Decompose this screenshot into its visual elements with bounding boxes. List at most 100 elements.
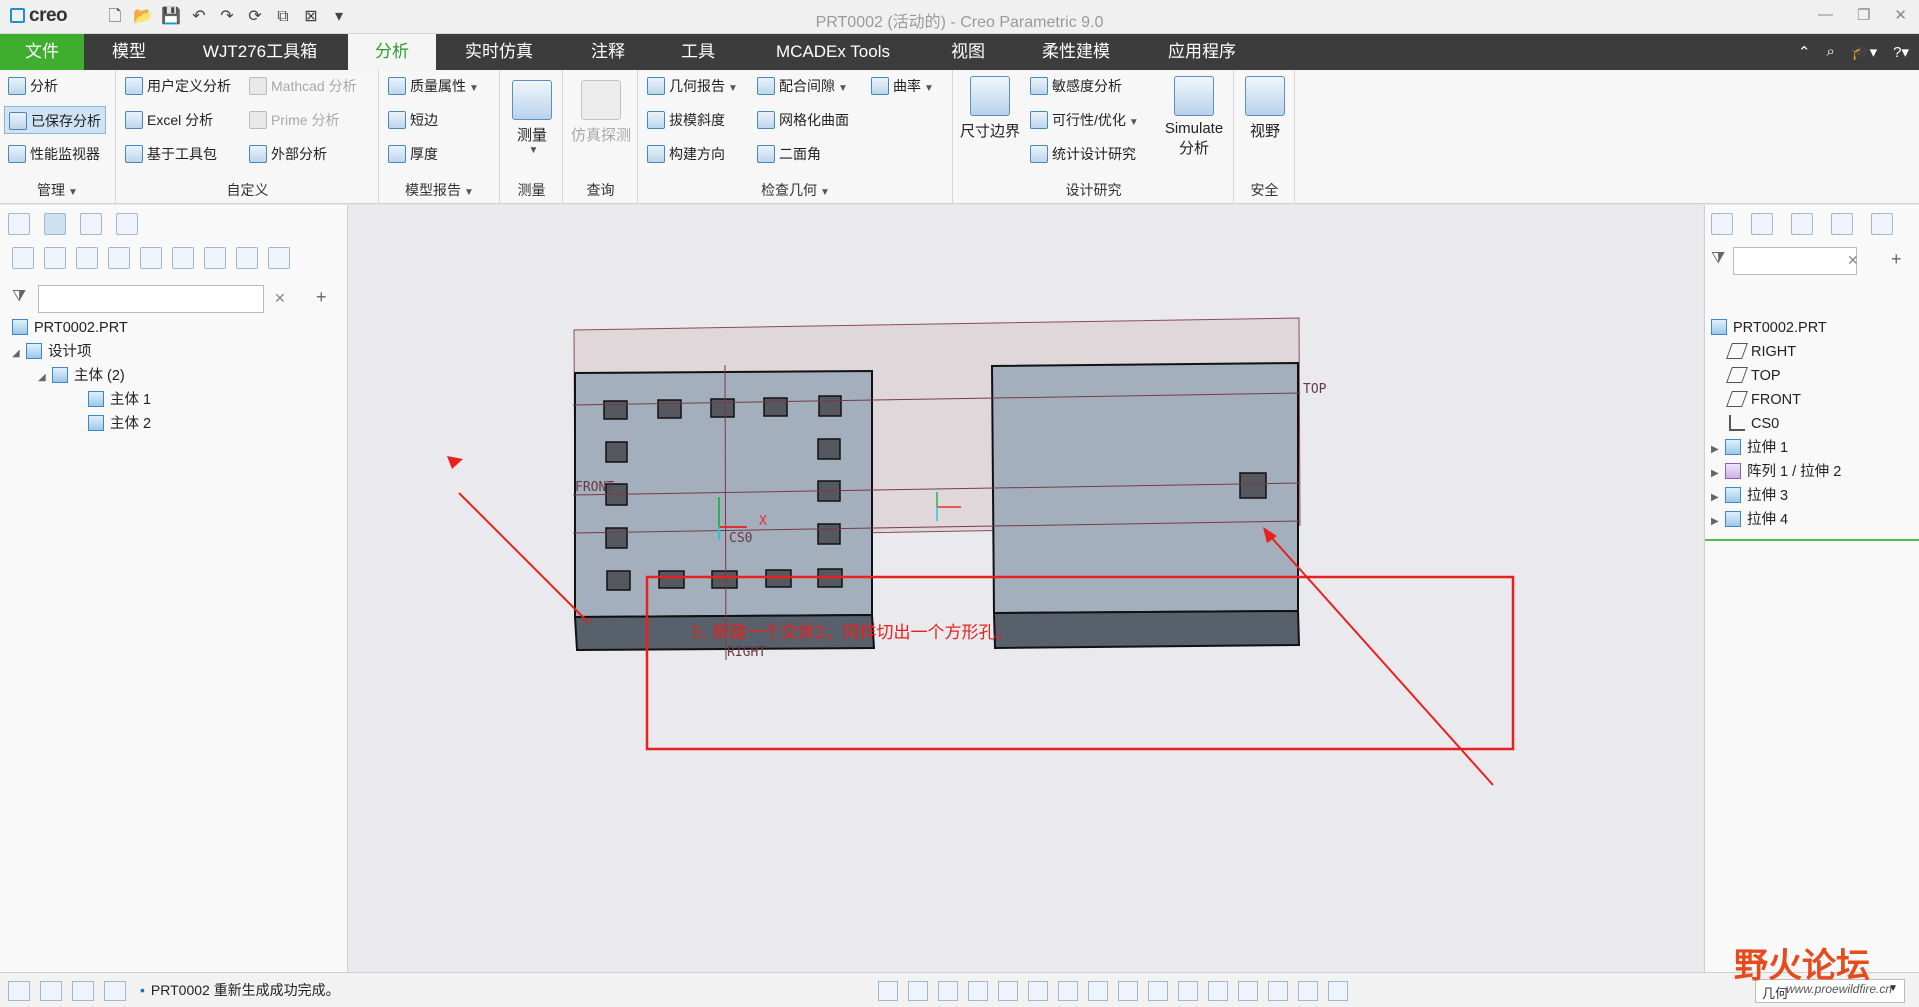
feature-item-cs0[interactable]: CS0 xyxy=(1729,413,1779,435)
square-hole[interactable] xyxy=(605,527,628,549)
tree-item-part[interactable]: PRT0002.PRT xyxy=(12,317,128,339)
refit-icon[interactable] xyxy=(878,981,898,1001)
geometry-report-button[interactable]: 几何报告 ▼ xyxy=(647,72,738,100)
curvature-button[interactable]: 曲率 ▼ xyxy=(871,72,934,100)
tree-filter-icon[interactable] xyxy=(172,247,194,269)
feature-item-extrude-4[interactable]: ▶ 拉伸 4 xyxy=(1711,509,1788,531)
excel-analysis-button[interactable]: Excel 分析 xyxy=(125,106,213,134)
tree-item-bodies[interactable]: ◢ 主体 (2) xyxy=(38,365,125,387)
right-clear-icon[interactable]: ✕ xyxy=(1847,252,1859,269)
square-hole[interactable] xyxy=(817,438,841,460)
square-hole[interactable] xyxy=(657,399,682,419)
point-display-icon[interactable] xyxy=(1268,981,1288,1001)
sim-probe-button[interactable]: 仿真探测 xyxy=(568,80,634,145)
field-of-view-button[interactable]: 视野 xyxy=(1241,76,1289,141)
group-manage-title[interactable]: 管理 ▼ xyxy=(0,180,115,200)
perspective-icon[interactable] xyxy=(998,981,1018,1001)
feature-item-pattern-1[interactable]: ▶ 阵列 1 / 拉伸 2 xyxy=(1711,461,1841,483)
sensitivity-analysis-button[interactable]: 敏感度分析 xyxy=(1030,72,1122,100)
zoom-out-icon[interactable] xyxy=(938,981,958,1001)
datum-display-icon[interactable] xyxy=(1118,981,1138,1001)
detail-tree-tab-icon[interactable] xyxy=(80,213,102,235)
datum-label-front[interactable]: FRONT xyxy=(575,480,614,495)
expand-toggle-icon[interactable]: ◢ xyxy=(12,343,26,365)
annotation-display-icon[interactable] xyxy=(1148,981,1168,1001)
analysis-button[interactable]: 分析 xyxy=(8,72,58,100)
tree-search-input[interactable] xyxy=(38,285,264,313)
collapse-ribbon-icon[interactable]: ⌃ xyxy=(1798,43,1811,61)
expand-arrow-icon[interactable]: ▶ xyxy=(1711,511,1725,533)
feature-item-extrude-1[interactable]: ▶ 拉伸 1 xyxy=(1711,437,1788,459)
feature-item-part[interactable]: PRT0002.PRT xyxy=(1711,317,1827,339)
right-expand-icon[interactable] xyxy=(1751,213,1773,235)
tree-settings-icon[interactable] xyxy=(12,247,34,269)
external-analysis-button[interactable]: 外部分析 xyxy=(249,140,327,168)
saved-analysis-button[interactable]: 已保存分析 xyxy=(4,106,106,134)
short-edge-button[interactable]: 短边 xyxy=(388,106,438,134)
plane-display-icon[interactable] xyxy=(1208,981,1228,1001)
feature-item-top[interactable]: TOP xyxy=(1726,365,1781,387)
repaint-icon[interactable] xyxy=(968,981,988,1001)
square-hole[interactable] xyxy=(765,569,792,588)
right-more-icon[interactable] xyxy=(1871,213,1893,235)
tree-item-body-2[interactable]: 主体 2 xyxy=(88,413,151,435)
mass-properties-button[interactable]: 质量属性 ▼ xyxy=(388,72,479,100)
statistical-design-button[interactable]: 统计设计研究 xyxy=(1030,140,1136,168)
sketch-display-icon[interactable] xyxy=(1328,981,1348,1001)
axis-display-icon[interactable] xyxy=(1238,981,1258,1001)
search-icon[interactable]: ⌕ xyxy=(1827,43,1835,61)
datum-label-top[interactable]: TOP xyxy=(1303,382,1327,397)
tab-realtime-sim[interactable]: 实时仿真 xyxy=(452,34,546,70)
datum-label-right[interactable]: RIGHT xyxy=(727,645,766,660)
square-hole[interactable] xyxy=(710,398,735,418)
message-log-icon[interactable] xyxy=(104,981,126,1001)
feature-item-extrude-3[interactable]: ▶ 拉伸 3 xyxy=(1711,485,1788,507)
view-manager-icon[interactable] xyxy=(1088,981,1108,1001)
right-search-input[interactable] xyxy=(1733,247,1857,275)
toggle-browser-icon[interactable] xyxy=(40,981,62,1001)
expand-arrow-icon[interactable]: ▶ xyxy=(1711,463,1725,485)
tab-file[interactable]: 文件 xyxy=(0,34,84,70)
mathcad-analysis-button[interactable]: Mathcad 分析 xyxy=(249,72,357,100)
full-screen-icon[interactable] xyxy=(72,981,94,1001)
tree-item-body-1[interactable]: 主体 1 xyxy=(88,389,151,411)
expand-arrow-icon[interactable]: ▶ xyxy=(1711,439,1725,461)
csys-label[interactable]: CS0 xyxy=(729,531,752,546)
group-inspect-geometry-title[interactable]: 检查几何 ▼ xyxy=(639,180,952,200)
dihedral-angle-button[interactable]: 二面角 xyxy=(757,140,821,168)
square-hole[interactable] xyxy=(818,395,842,417)
graphics-window[interactable]: TOP FRONT RIGHT CS0 X 5. 新建一个文体2，同样切出一个方… xyxy=(349,205,1703,972)
right-model-icon[interactable] xyxy=(1711,213,1733,235)
meshed-surface-button[interactable]: 网格化曲面 xyxy=(757,106,849,134)
tree-bookmark-icon[interactable] xyxy=(140,247,162,269)
expand-toggle-icon[interactable]: ◢ xyxy=(38,367,52,389)
square-hole[interactable] xyxy=(658,570,685,589)
body-2-front-face[interactable] xyxy=(992,609,1301,650)
csys-display-icon[interactable] xyxy=(1298,981,1318,1001)
model-tree-tab-icon[interactable] xyxy=(8,213,30,235)
draft-button[interactable]: 拔模斜度 xyxy=(647,106,725,134)
right-collapse-icon[interactable] xyxy=(1791,213,1813,235)
tree-item-design-items[interactable]: ◢ 设计项 xyxy=(12,341,92,363)
tab-view[interactable]: 视图 xyxy=(930,34,1006,70)
dimension-boundary-button[interactable]: 尺寸边界 xyxy=(960,76,1020,141)
settings-icon[interactable]: ?▾ xyxy=(1893,43,1909,61)
feature-item-right[interactable]: RIGHT xyxy=(1726,341,1796,363)
square-hole[interactable] xyxy=(817,523,841,545)
tree-columns-icon[interactable] xyxy=(108,247,130,269)
display-style-icon[interactable] xyxy=(1028,981,1048,1001)
zoom-in-icon[interactable] xyxy=(908,981,928,1001)
build-direction-button[interactable]: 构建方向 xyxy=(647,140,725,168)
tab-wjt276-toolbox[interactable]: WJT276工具箱 xyxy=(184,34,336,70)
help-icon[interactable]: 🎓▾ xyxy=(1851,43,1877,61)
square-hole[interactable] xyxy=(763,397,788,417)
square-hole[interactable] xyxy=(606,570,631,591)
body-2-square-hole[interactable] xyxy=(1239,472,1267,499)
toolkit-analysis-button[interactable]: 基于工具包 xyxy=(125,140,217,168)
right-add-icon[interactable]: + xyxy=(1891,249,1902,270)
simulate-analysis-button[interactable]: Simulate 分析 xyxy=(1158,76,1230,158)
add-icon[interactable]: + xyxy=(316,287,327,308)
layer-tree-tab-icon[interactable] xyxy=(44,213,66,235)
toggle-navigator-icon[interactable] xyxy=(8,981,30,1001)
tab-annotate[interactable]: 注释 xyxy=(572,34,644,70)
